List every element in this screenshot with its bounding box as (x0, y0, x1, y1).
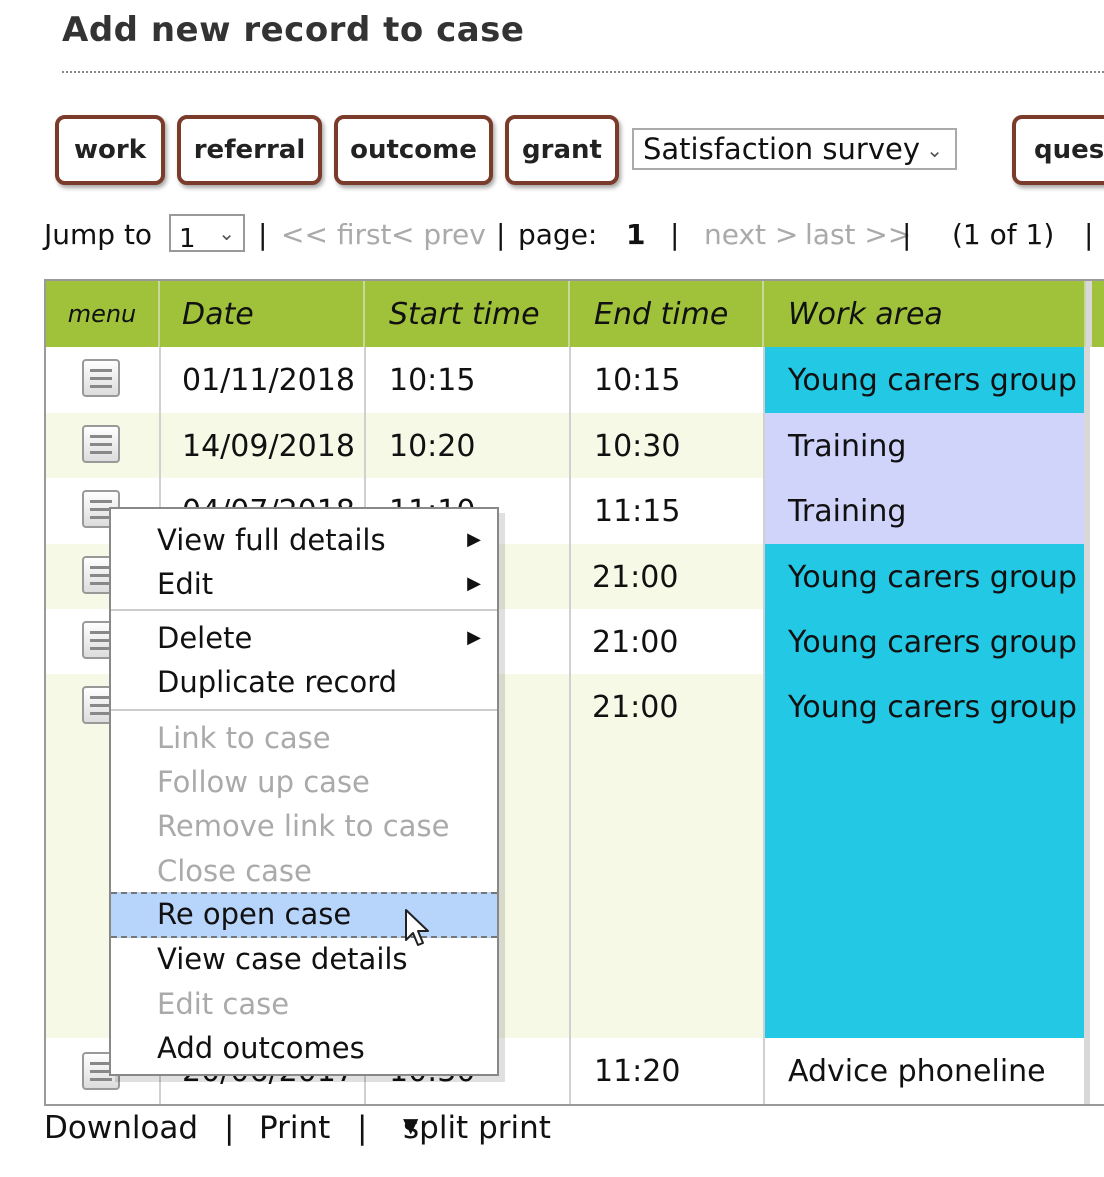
menu-item-follow-up-case: Follow up case (157, 765, 370, 799)
split-print-label: split print (403, 1110, 551, 1146)
menu-item-delete[interactable]: Delete ▶ (111, 617, 497, 659)
cell-end-time: 10:15 (570, 347, 764, 413)
cell-end-time: 11:15 (570, 478, 764, 544)
quest-button[interactable]: quest (1012, 115, 1104, 185)
cell-end-time: 21:00 (570, 609, 764, 674)
pager-separator: | (496, 218, 506, 251)
menu-item-add-outcomes[interactable]: Add outcomes (111, 1027, 497, 1069)
cell-work-area: Young carers group (764, 674, 1086, 1038)
pager-separator: | (902, 218, 912, 251)
menu-item-re-open-case[interactable]: Re open case (111, 892, 497, 938)
cell-date: 14/09/2018 (160, 413, 365, 478)
menu-item-label: Delete (157, 621, 253, 655)
referral-button[interactable]: referral (177, 115, 322, 185)
cell-end-time: 21:00 (570, 674, 764, 1038)
page-number: 1 (626, 218, 646, 251)
column-divider (763, 347, 765, 1104)
cell-work-area: Advice phoneline (764, 1038, 1086, 1104)
cell-work-area: Young carers group (764, 609, 1086, 674)
column-header-end-time[interactable]: End time (570, 281, 764, 347)
menu-item-edit[interactable]: Edit ▶ (111, 563, 497, 605)
print-link[interactable]: Print (259, 1110, 330, 1146)
submenu-arrow-icon: ▶ (467, 627, 481, 648)
jump-label: Jump to (44, 218, 153, 251)
column-header-work-area[interactable]: Work area (764, 281, 1086, 347)
cell-end-time: 11:20 (570, 1038, 764, 1104)
title-divider (62, 71, 1104, 73)
cell-start-time: 10:15 (365, 347, 570, 413)
outcome-button[interactable]: outcome (334, 115, 493, 185)
column-header-date[interactable]: Date (160, 281, 365, 347)
cell-work-area: Training (764, 478, 1086, 544)
survey-select-value: Satisfaction survey (643, 132, 920, 166)
row-menu-icon[interactable] (82, 425, 120, 463)
menu-item-view-case-details[interactable]: View case details (111, 938, 497, 980)
pager-separator: | (258, 218, 268, 251)
pager-separator: | (670, 218, 680, 251)
footer-separator: | (357, 1110, 368, 1146)
menu-item-label: View full details (157, 523, 386, 557)
jump-select-value: 1 (179, 224, 196, 254)
cell-work-area: Young carers group (764, 347, 1086, 413)
column-header-start-time[interactable]: Start time (365, 281, 570, 347)
column-header-next (1086, 281, 1104, 347)
chevron-down-icon: ⌄ (926, 138, 943, 162)
table-row[interactable]: 01/11/2018 10:15 10:15 Young carers grou… (46, 347, 1104, 413)
menu-item-edit-case: Edit case (157, 987, 290, 1021)
survey-select[interactable]: Satisfaction survey ⌄ (632, 128, 957, 170)
mouse-cursor-icon (405, 909, 429, 946)
menu-item-close-case: Close case (157, 854, 312, 888)
menu-separator (111, 609, 497, 611)
first-link[interactable]: << first (281, 218, 392, 251)
grant-button[interactable]: grant (505, 115, 619, 185)
cell-work-area: Young carers group (764, 544, 1086, 609)
menu-item-link-to-case: Link to case (157, 721, 331, 755)
next-link[interactable]: next > (704, 218, 798, 251)
chevron-down-icon: ⌄ (218, 221, 235, 245)
download-link[interactable]: Download (44, 1110, 198, 1146)
page-count: (1 of 1) (952, 218, 1055, 251)
cell-end-time: 21:00 (570, 544, 764, 609)
cell-end-time: 10:30 (570, 413, 764, 478)
menu-item-view-full-details[interactable]: View full details ▶ (111, 519, 497, 561)
jump-select[interactable]: 1 ⌄ (169, 214, 245, 254)
row-menu-icon[interactable] (82, 359, 120, 397)
footer-separator: | (224, 1110, 235, 1146)
prev-link[interactable]: < prev (391, 218, 486, 251)
column-divider (569, 347, 571, 1104)
page-title: Add new record to case (62, 10, 525, 50)
work-button[interactable]: work (55, 115, 165, 185)
cell-start-time: 10:20 (365, 413, 570, 478)
menu-separator (111, 709, 497, 711)
column-divider (1084, 347, 1090, 1104)
last-link[interactable]: last >> (805, 218, 911, 251)
pager: Jump to 1 ⌄ | << first < prev | page: 1 … (44, 212, 1104, 258)
submenu-arrow-icon: ▶ (467, 529, 481, 550)
menu-item-remove-link-to-case: Remove link to case (157, 809, 450, 843)
caret-down-icon: ▼ (403, 1113, 419, 1137)
pager-separator: | (1084, 218, 1094, 251)
menu-item-duplicate-record[interactable]: Duplicate record (111, 661, 497, 703)
menu-item-label: Edit (157, 567, 214, 601)
column-header-menu: menu (46, 281, 160, 347)
split-print-link[interactable]: split print ▼ (403, 1110, 551, 1146)
context-menu: View full details ▶ Edit ▶ Delete ▶ Duplica… (109, 507, 499, 1076)
table-row[interactable]: 14/09/2018 10:20 10:30 Training (46, 413, 1104, 478)
cell-work-area: Training (764, 413, 1086, 478)
submenu-arrow-icon: ▶ (467, 573, 481, 594)
cell-date: 01/11/2018 (160, 347, 365, 413)
page-label: page: (518, 218, 598, 251)
